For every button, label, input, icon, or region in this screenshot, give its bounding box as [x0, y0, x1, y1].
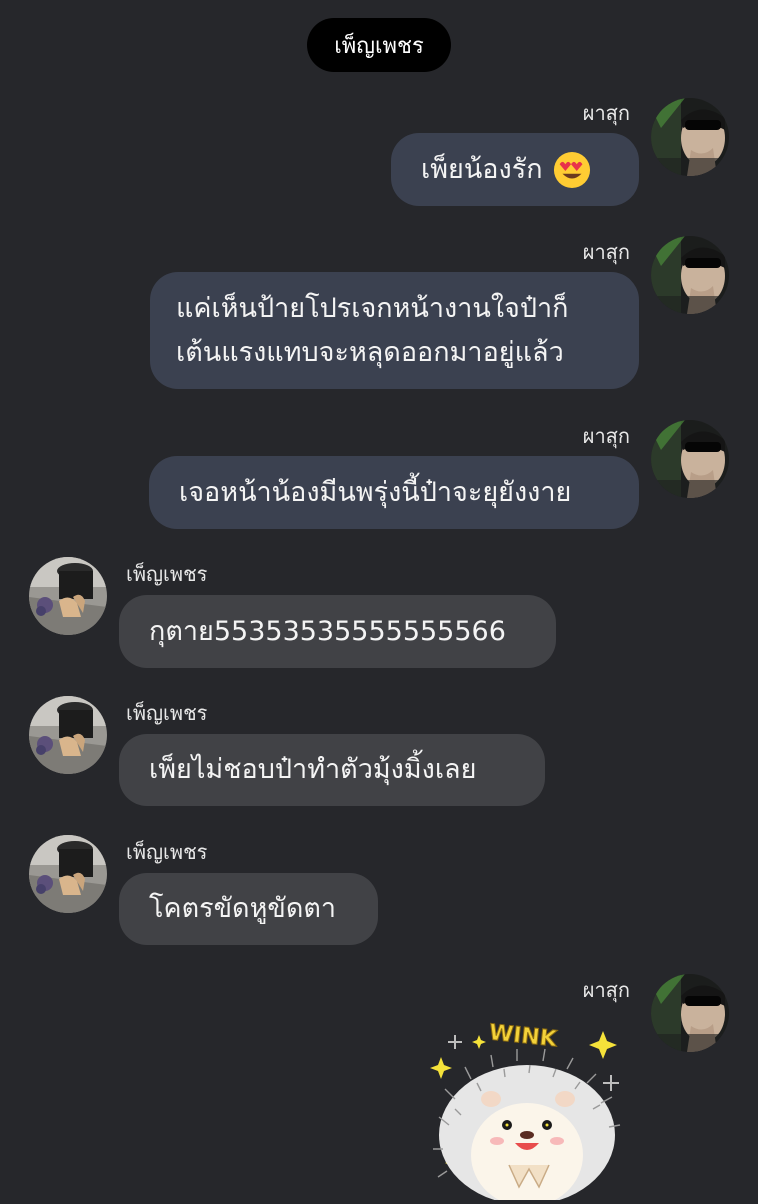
message-text: เจอหน้าน้องมีนพรุ่งนี้ป๋าจะยุยังงาย: [179, 476, 572, 508]
message-text: กุตาย55353535555555566: [149, 615, 506, 647]
avatar-self[interactable]: [651, 420, 729, 498]
avatar-photo: [29, 557, 107, 635]
sticker-text: WINK: [488, 1020, 559, 1052]
avatar-self[interactable]: [651, 98, 729, 176]
hedgehog-icon: WINK: [430, 1020, 621, 1204]
sender-name: เพ็ญเพชร: [126, 840, 208, 864]
avatar-photo: [651, 98, 729, 176]
avatar-other[interactable]: [29, 696, 107, 774]
chat-title: เพ็ญเพชร: [307, 18, 451, 72]
message-text: เพ็ยน้องรัก: [421, 153, 543, 185]
sender-name: ผาสุก: [582, 101, 630, 125]
message-bubble[interactable]: กุตาย55353535555555566: [119, 595, 556, 668]
message-bubble[interactable]: เพ็ยไม่ชอบป๋าทำตัวมุ้งมิ้งเลย: [119, 734, 545, 806]
message-bubble[interactable]: เพ็ยน้องรัก: [391, 133, 639, 206]
avatar-photo: [29, 835, 107, 913]
heart-eyes-emoji-icon: [553, 151, 590, 188]
avatar-other[interactable]: [29, 557, 107, 635]
avatar-photo: [651, 974, 729, 1052]
message-text: เพ็ยไม่ชอบป๋าทำตัวมุ้งมิ้งเลย: [149, 754, 477, 785]
avatar-photo: [651, 236, 729, 314]
avatar-self[interactable]: [651, 974, 729, 1052]
message-text-line: เต้นแรงแทบจะหลุดออกมาอยู่แล้ว: [176, 336, 564, 368]
message-text-line: แค่เห็นป้ายโปรเจกหน้างานใจป๋าก็: [176, 292, 569, 324]
sender-name: ผาสุก: [582, 240, 630, 264]
sender-name: เพ็ญเพชร: [126, 562, 208, 586]
message-bubble[interactable]: แค่เห็นป้ายโปรเจกหน้างานใจป๋าก็ เต้นแรงแ…: [150, 272, 639, 389]
message-bubble[interactable]: เจอหน้าน้องมีนพรุ่งนี้ป๋าจะยุยังงาย: [149, 456, 639, 529]
sender-name: ผาสุก: [582, 978, 630, 1002]
message-text: โคตรขัดหูขัดตา: [149, 893, 337, 924]
avatar-photo: [29, 696, 107, 774]
sender-name: ผาสุก: [582, 424, 630, 448]
avatar-self[interactable]: [651, 236, 729, 314]
hedgehog-wink-sticker[interactable]: WINK: [425, 1015, 630, 1204]
avatar-other[interactable]: [29, 835, 107, 913]
sender-name: เพ็ญเพชร: [126, 701, 208, 725]
message-bubble[interactable]: โคตรขัดหูขัดตา: [119, 873, 378, 945]
avatar-photo: [651, 420, 729, 498]
